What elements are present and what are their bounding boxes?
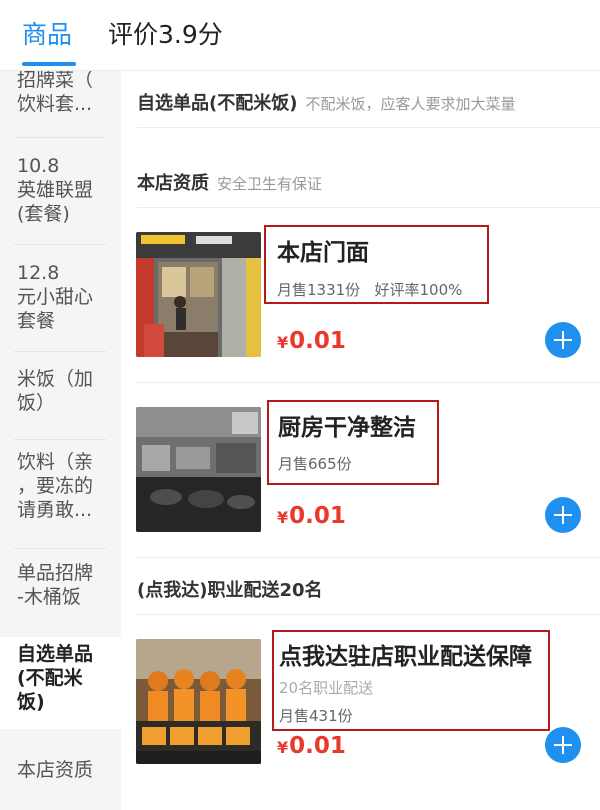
product-image-storefront[interactable] [136,232,261,357]
section-header-custom: 自选单品(不配米饭) 不配米饭，应客人要求加大菜量 [137,92,515,116]
add-to-cart-button[interactable] [545,497,581,533]
section-subtitle: 不配米饭，应客人要求加大菜量 [305,95,516,113]
sidebar-item-label: 12.8 元小甜心 套餐 [17,262,94,332]
sidebar-item-combo-10-8[interactable]: 10.8 英雄联盟 (套餐) [0,138,121,245]
sidebar-item-label: 自选单品 (不配米 饭) [17,643,94,713]
product-list[interactable]: 自选单品(不配米饭) 不配米饭，应客人要求加大菜量 本店资质 安全卫生有保证 本… [121,71,600,810]
section-title: (点我达)职业配送20名 [137,580,323,601]
highlight-box [264,225,489,304]
sidebar-item-label: 单品招牌 -木桶饭 [17,562,94,608]
sidebar-item-label: 米饭（加 饭） [17,368,94,414]
section-header-qualification: 本店资质 安全卫生有保证 [137,172,322,196]
price-value: 0.01 [289,503,346,529]
add-to-cart-button[interactable] [545,322,581,358]
divider [137,127,600,128]
currency-symbol: ¥ [277,738,289,757]
sidebar-item-combo-12-8[interactable]: 12.8 元小甜心 套餐 [0,245,121,352]
sidebar-item-bucket-rice[interactable]: 单品招牌 -木桶饭 [0,549,121,637]
tab-reviews[interactable]: 评价3.9分 [108,18,223,52]
highlight-box [267,400,439,485]
product-image-delivery-riders[interactable] [136,639,261,764]
sidebar-item-qualification[interactable]: 本店资质 [0,729,121,810]
product-card[interactable]: 点我达驻店职业配送保障 20名职业配送 月售431份 ¥0.01 [121,615,600,810]
sidebar-item-signature[interactable]: 招牌菜（ 饮料套... [0,71,121,138]
product-card[interactable]: 厨房干净整洁 月售665份 ¥0.01 [121,383,600,558]
product-image-kitchen[interactable] [136,407,261,532]
sidebar-item-rice[interactable]: 米饭（加 饭） [0,352,121,440]
active-tab-indicator [22,62,76,66]
section-title: 自选单品(不配米饭) [137,93,298,114]
product-card[interactable]: 本店门面 月售1331份 好评率100% ¥0.01 [121,208,600,383]
sidebar-item-drinks[interactable]: 饮料（亲 ，要冻的 请勇敢... [0,440,121,549]
section-header-delivery: (点我达)职业配送20名 [137,579,331,603]
tab-bar: 商品 评价3.9分 [0,0,600,71]
product-price: ¥0.01 [277,731,346,763]
currency-symbol: ¥ [277,508,289,527]
section-title: 本店资质 [137,173,209,194]
sidebar-item-label: 10.8 英雄联盟 (套餐) [17,155,94,225]
sidebar-item-label: 本店资质 [17,759,94,781]
highlight-box [272,630,550,731]
sidebar-item-label: 饮料（亲 ，要冻的 请勇敢... [17,451,94,521]
product-price: ¥0.01 [277,326,346,358]
section-subtitle: 安全卫生有保证 [217,175,323,193]
price-value: 0.01 [289,328,346,354]
price-value: 0.01 [289,733,346,759]
currency-symbol: ¥ [277,333,289,352]
divider [137,557,600,558]
tab-products[interactable]: 商品 [22,18,72,52]
add-to-cart-button[interactable] [545,727,581,763]
sidebar-item-custom-single[interactable]: 自选单品 (不配米 饭) [0,637,121,729]
product-price: ¥0.01 [277,501,346,533]
sidebar-item-label: 招牌菜（ 饮料套... [17,71,94,115]
category-sidebar[interactable]: 招牌菜（ 饮料套... 10.8 英雄联盟 (套餐) 12.8 元小甜心 套餐 … [0,71,121,810]
